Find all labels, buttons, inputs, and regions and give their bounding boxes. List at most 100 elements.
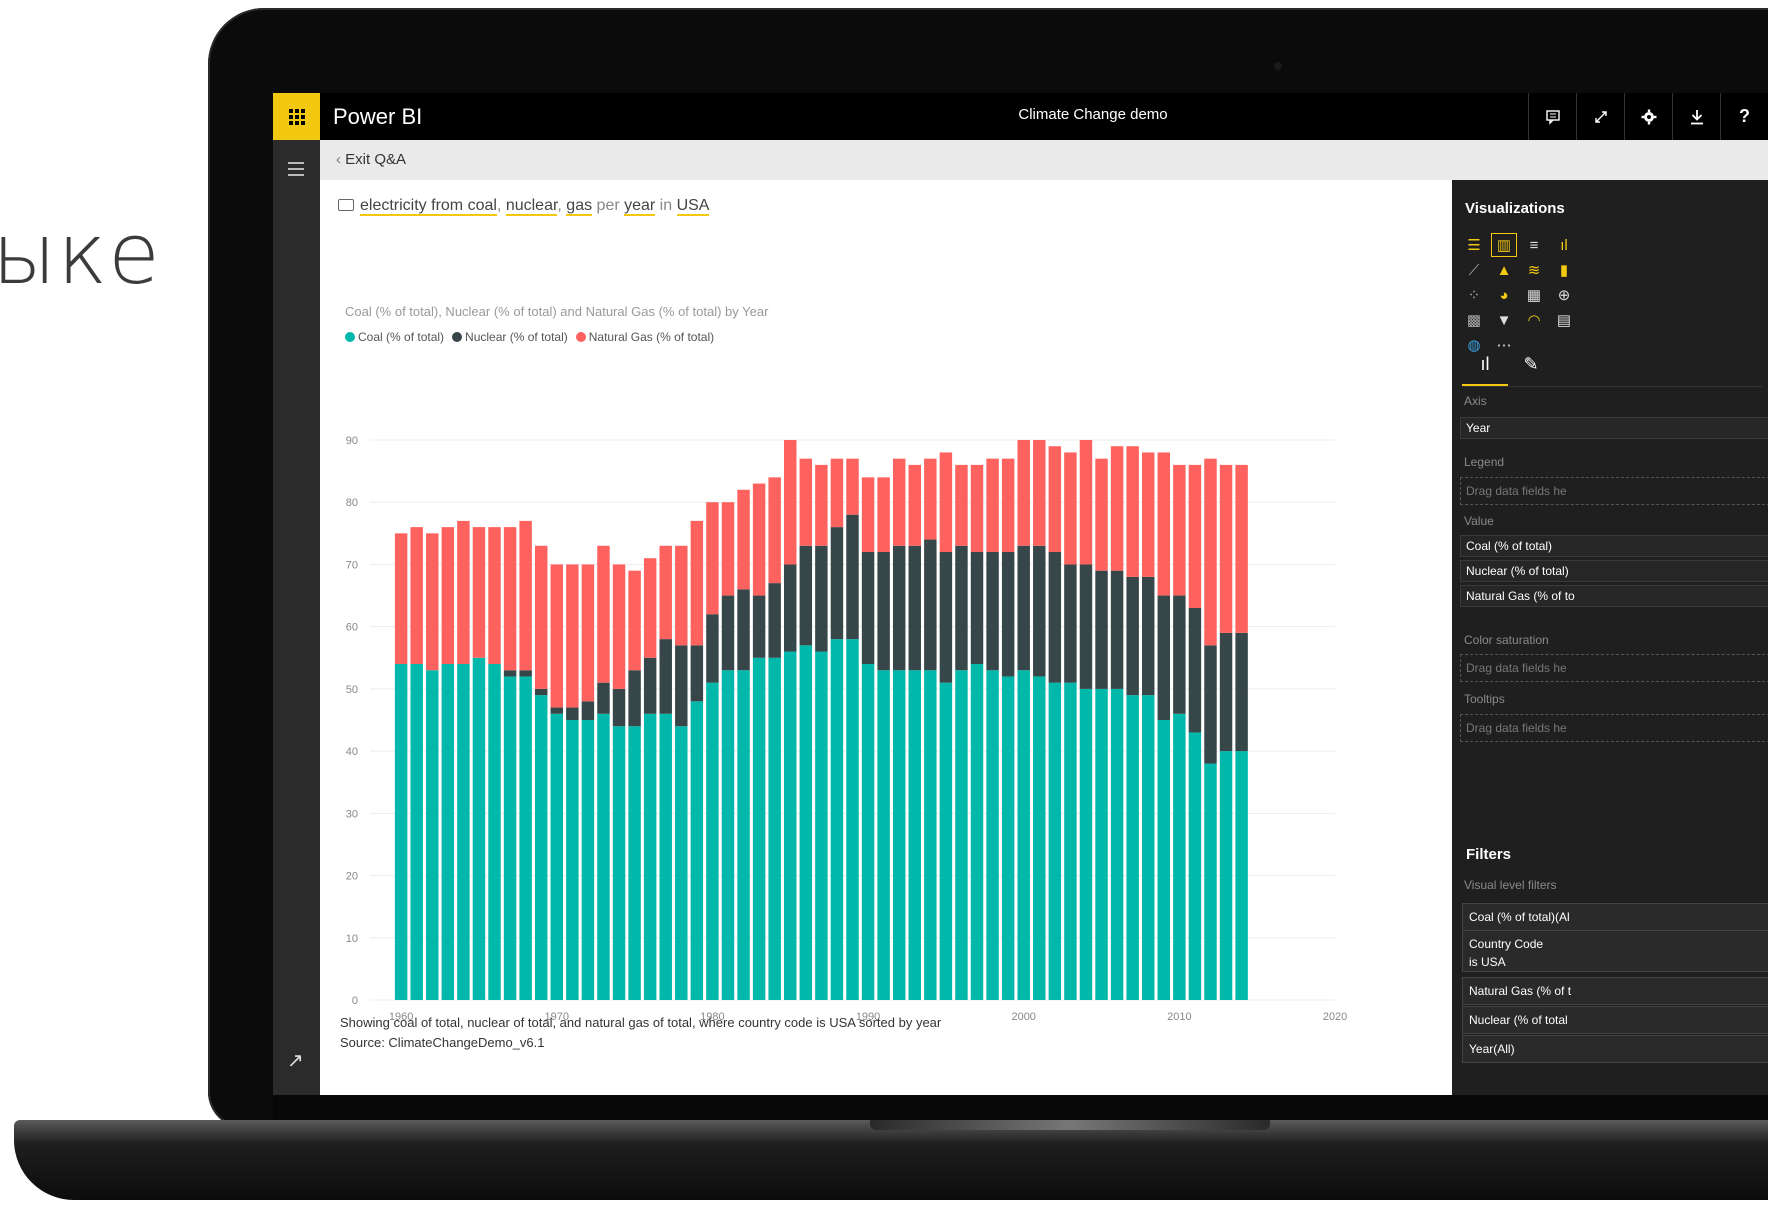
hamburger-menu-icon[interactable] bbox=[288, 162, 304, 180]
format-tab-icon[interactable]: ✎ bbox=[1508, 348, 1554, 386]
filter-nuclear[interactable]: Nuclear (% of total bbox=[1462, 1006, 1768, 1034]
bar-segment[interactable] bbox=[659, 545, 672, 640]
bar-segment[interactable] bbox=[1235, 464, 1248, 633]
bar-segment[interactable] bbox=[1033, 676, 1046, 1000]
filter-coal[interactable]: Coal (% of total)(Al bbox=[1462, 903, 1768, 931]
filter-country-code[interactable]: Country Code is USA bbox=[1462, 930, 1768, 972]
fields-tab-icon[interactable]: ıl bbox=[1462, 348, 1508, 386]
bar-segment[interactable] bbox=[706, 614, 719, 683]
bar-segment[interactable] bbox=[394, 664, 408, 1000]
bar-segment[interactable] bbox=[721, 502, 735, 596]
tooltips-dropzone[interactable]: Drag data fields he bbox=[1460, 714, 1768, 742]
bar-segment[interactable] bbox=[550, 707, 563, 714]
bar-segment[interactable] bbox=[939, 552, 953, 683]
ribbon-chart-icon[interactable]: ▮ bbox=[1552, 259, 1576, 281]
bar-segment[interactable] bbox=[1079, 688, 1093, 1000]
bar-segment[interactable] bbox=[1095, 458, 1108, 571]
bar-segment[interactable] bbox=[675, 545, 688, 646]
bar-segment[interactable] bbox=[799, 545, 813, 646]
treemap-icon[interactable]: ▦ bbox=[1522, 284, 1546, 306]
bar-segment[interactable] bbox=[1126, 695, 1139, 1000]
clustered-bar-icon[interactable]: ≡ bbox=[1522, 234, 1546, 256]
bar-segment[interactable] bbox=[706, 502, 719, 615]
bar-segment[interactable] bbox=[1110, 688, 1124, 1000]
bar-segment[interactable] bbox=[784, 564, 797, 652]
bar-segment[interactable] bbox=[566, 564, 579, 708]
bar-segment[interactable] bbox=[1188, 464, 1202, 608]
bar-segment[interactable] bbox=[519, 676, 532, 1000]
help-icon[interactable]: ? bbox=[1720, 93, 1768, 140]
bar-segment[interactable] bbox=[846, 639, 859, 1000]
bar-segment[interactable] bbox=[1204, 763, 1217, 1000]
bar-segment[interactable] bbox=[721, 670, 735, 1000]
bar-segment[interactable] bbox=[597, 713, 610, 1000]
bar-segment[interactable] bbox=[846, 514, 859, 640]
bar-segment[interactable] bbox=[924, 539, 937, 671]
bar-segment[interactable] bbox=[1095, 570, 1108, 689]
clustered-column-icon[interactable]: ıl bbox=[1552, 234, 1576, 256]
bar-segment[interactable] bbox=[752, 483, 766, 596]
bar-segment[interactable] bbox=[675, 645, 688, 727]
bar-segment[interactable] bbox=[1001, 458, 1015, 552]
qa-question-input[interactable]: electricity from coal, nuclear, gas per … bbox=[338, 197, 710, 216]
bar-segment[interactable] bbox=[861, 664, 875, 1000]
bar-segment[interactable] bbox=[628, 726, 641, 1000]
bar-segment[interactable] bbox=[815, 651, 828, 1000]
bar-segment[interactable] bbox=[534, 695, 548, 1000]
color-saturation-dropzone[interactable]: Drag data fields he bbox=[1460, 654, 1768, 682]
bar-segment[interactable] bbox=[892, 458, 906, 546]
bar-segment[interactable] bbox=[1095, 688, 1108, 1000]
bar-segment[interactable] bbox=[1204, 458, 1217, 646]
bar-segment[interactable] bbox=[612, 726, 626, 1000]
bar-segment[interactable] bbox=[534, 688, 548, 696]
map-icon[interactable]: ⊕ bbox=[1552, 284, 1576, 306]
bar-segment[interactable] bbox=[1204, 645, 1217, 764]
bar-segment[interactable] bbox=[861, 552, 875, 664]
bar-segment[interactable] bbox=[955, 464, 968, 546]
bar-segment[interactable] bbox=[1110, 570, 1124, 689]
bar-segment[interactable] bbox=[1079, 564, 1093, 689]
bar-segment[interactable] bbox=[706, 682, 719, 1000]
bar-segment[interactable] bbox=[970, 552, 984, 664]
bar-segment[interactable] bbox=[955, 670, 968, 1000]
bar-segment[interactable] bbox=[939, 682, 953, 1000]
bar-segment[interactable] bbox=[581, 701, 595, 720]
bar-segment[interactable] bbox=[924, 670, 937, 1000]
bar-segment[interactable] bbox=[410, 527, 423, 664]
bar-segment[interactable] bbox=[1033, 440, 1046, 546]
bar-segment[interactable] bbox=[830, 527, 844, 640]
bar-segment[interactable] bbox=[503, 676, 517, 1000]
bar-segment[interactable] bbox=[1017, 545, 1030, 671]
bar-segment[interactable] bbox=[457, 664, 470, 1000]
bar-segment[interactable] bbox=[550, 713, 563, 1000]
value-field-natural-gas[interactable]: Natural Gas (% of to bbox=[1460, 585, 1768, 607]
bar-segment[interactable] bbox=[830, 458, 844, 528]
bar-segment[interactable] bbox=[784, 651, 797, 1000]
bar-segment[interactable] bbox=[581, 564, 595, 702]
bar-segment[interactable] bbox=[441, 664, 455, 1000]
bar-segment[interactable] bbox=[1017, 440, 1030, 546]
download-icon[interactable] bbox=[1672, 93, 1720, 140]
bar-segment[interactable] bbox=[472, 657, 486, 1000]
bar-segment[interactable] bbox=[830, 639, 844, 1000]
bar-segment[interactable] bbox=[534, 545, 548, 689]
bar-segment[interactable] bbox=[690, 701, 704, 1000]
bar-segment[interactable] bbox=[1110, 446, 1124, 571]
bar-segment[interactable] bbox=[1157, 720, 1171, 1000]
bar-segment[interactable] bbox=[394, 533, 408, 664]
bar-segment[interactable] bbox=[1188, 608, 1202, 733]
filled-map-icon[interactable]: ▩ bbox=[1462, 309, 1486, 331]
bar-segment[interactable] bbox=[1048, 552, 1062, 683]
bar-segment[interactable] bbox=[472, 527, 486, 658]
bar-segment[interactable] bbox=[690, 520, 704, 646]
bar-segment[interactable] bbox=[659, 713, 672, 1000]
bar-segment[interactable] bbox=[597, 545, 610, 683]
bar-segment[interactable] bbox=[426, 670, 439, 1000]
bar-segment[interactable] bbox=[612, 688, 626, 727]
bar-segment[interactable] bbox=[752, 595, 766, 658]
bar-segment[interactable] bbox=[1064, 452, 1077, 565]
scatter-chart-icon[interactable]: ⁘ bbox=[1462, 284, 1486, 306]
bar-segment[interactable] bbox=[566, 720, 579, 1000]
pie-chart-icon[interactable]: ◕ bbox=[1492, 284, 1516, 306]
line-chart-icon[interactable]: ⟋ bbox=[1462, 259, 1486, 281]
